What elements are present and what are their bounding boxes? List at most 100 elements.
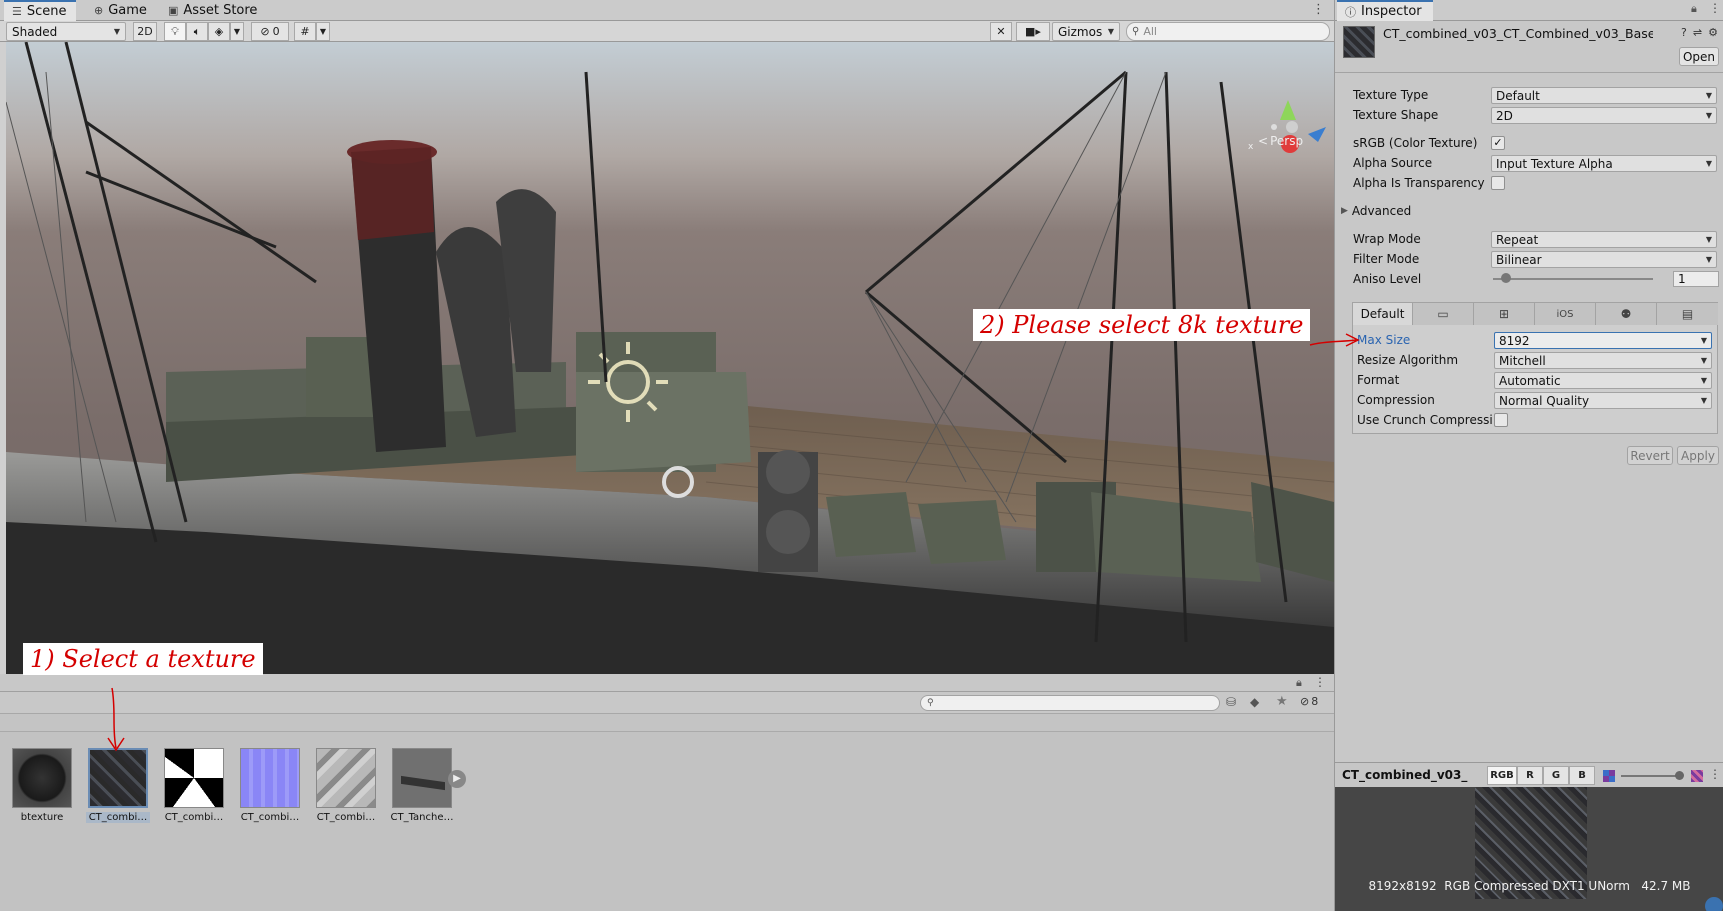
aniso-level-input[interactable]: 1 [1673, 271, 1719, 287]
alpha-source-dropdown[interactable]: Input Texture Alpha ▼ [1491, 155, 1717, 172]
effects-dropdown[interactable]: ▼ [230, 22, 244, 41]
collab-cloud-icon[interactable] [1705, 897, 1723, 911]
hidden-packages-toggle[interactable]: ⊘ 8 [1300, 695, 1318, 708]
resize-algorithm-label: Resize Algorithm [1357, 353, 1459, 367]
tab-asset-store[interactable]: ▣ Asset Store [160, 0, 270, 21]
header-icons: ? ⇌ ⚙ [1681, 26, 1718, 39]
preview-toolbar: CT_combined_v03_ RGB R G B ⋮ [1335, 762, 1723, 787]
asset-thumbnail [12, 748, 72, 808]
tab-platform-webgl[interactable]: ▤ [1657, 303, 1718, 325]
help-icon[interactable]: ? [1681, 26, 1687, 39]
aniso-slider-track[interactable] [1493, 278, 1653, 280]
format-dropdown[interactable]: Automatic ▼ [1494, 372, 1712, 389]
asset-tile[interactable]: ▶ CT_Tanche… [390, 748, 466, 823]
advanced-foldout[interactable]: ▶ Advanced [1341, 202, 1411, 220]
revert-button[interactable]: Revert [1627, 446, 1673, 465]
chevron-down-icon: ▼ [1700, 396, 1707, 405]
lock-icon[interactable]: 🔒︎ [1691, 2, 1697, 16]
srgb-label: sRGB (Color Texture) [1353, 136, 1478, 150]
chevron-left-icon: < [1258, 134, 1269, 148]
scene-viewport[interactable]: x < Persp [6, 42, 1334, 674]
breadcrumb [0, 714, 1334, 732]
alpha-transparency-checkbox[interactable] [1491, 176, 1505, 190]
effects-icon: ◈ [214, 25, 224, 38]
tab-platform-standalone[interactable]: ▭ [1413, 303, 1474, 325]
texture-type-dropdown[interactable]: Default ▼ [1491, 87, 1717, 104]
hidden-objects-toggle[interactable]: ⊘ 0 [251, 22, 289, 41]
apply-button[interactable]: Apply [1677, 446, 1719, 465]
toggle-2d-button[interactable]: 2D [133, 22, 157, 41]
favorite-star-icon[interactable]: ★ [1276, 694, 1288, 709]
filter-by-type-icon[interactable]: ⛁ [1226, 695, 1236, 709]
scene-search-input[interactable]: ⚲ All [1126, 22, 1330, 41]
more-options-icon[interactable]: ⋮ [1312, 2, 1325, 17]
compression-dropdown[interactable]: Normal Quality ▼ [1494, 392, 1712, 409]
mip-slider-track[interactable] [1621, 775, 1681, 777]
gizmos-dropdown[interactable]: Gizmos ▼ [1052, 22, 1120, 41]
gear-icon[interactable]: ⚙ [1708, 26, 1718, 39]
mip-slider-handle[interactable] [1675, 771, 1684, 780]
max-size-dropdown[interactable]: 8192 ▼ [1494, 332, 1712, 349]
tab-game[interactable]: ⊕ Game [86, 0, 154, 21]
asset-tile[interactable]: CT_combi… [238, 748, 302, 823]
draw-mode-dropdown[interactable]: Shaded ▼ [6, 22, 126, 41]
tab-platform-ios[interactable]: iOS [1535, 303, 1596, 325]
srgb-checkbox[interactable]: ✓ [1491, 136, 1505, 150]
filter-by-label-icon[interactable]: ◆ [1250, 695, 1259, 709]
alpha-toggle-icon[interactable] [1603, 770, 1615, 782]
tab-scene[interactable]: ☰ Scene [4, 0, 76, 21]
perspective-toggle[interactable]: < Persp [1258, 134, 1303, 148]
filter-mode-dropdown[interactable]: Bilinear ▼ [1491, 251, 1717, 268]
alpha-transparency-label: Alpha Is Transparency [1353, 176, 1485, 190]
resize-algorithm-dropdown[interactable]: Mitchell ▼ [1494, 352, 1712, 369]
channel-g-button[interactable]: G [1543, 766, 1569, 785]
tools-toggle[interactable]: ✕ [990, 22, 1012, 41]
channel-b-button[interactable]: B [1569, 766, 1595, 785]
preview-asset-name: CT_combined_v03_ [1342, 768, 1468, 782]
open-button[interactable]: Open [1679, 47, 1719, 66]
texture-shape-dropdown[interactable]: 2D ▼ [1491, 107, 1717, 124]
channel-r-label: R [1526, 770, 1534, 781]
grid-toggle[interactable]: # [294, 22, 316, 41]
chevron-down-icon: ▼ [1705, 111, 1712, 120]
more-options-icon[interactable]: ⋮ [1709, 1, 1721, 15]
triangle-right-icon: ▶ [1341, 206, 1348, 216]
asset-thumbnail [164, 748, 224, 808]
more-options-icon[interactable]: ⋮ [1314, 675, 1326, 689]
more-options-icon[interactable]: ⋮ [1709, 767, 1721, 781]
asset-tile[interactable]: CT_combi… [314, 748, 378, 823]
channel-r-button[interactable]: R [1517, 766, 1543, 785]
tab-platform-android[interactable]: ⚉ [1596, 303, 1657, 325]
project-search-input[interactable]: ⚲ [920, 695, 1220, 711]
asset-thumbnail [316, 748, 376, 808]
audio-toggle[interactable]: 🔈︎ [186, 22, 208, 41]
asset-label: CT_combi… [316, 812, 376, 823]
inspector-tab-bar: ⓘ Inspector 🔒︎ ⋮ [1335, 0, 1723, 21]
lighting-toggle[interactable]: 💡︎ [164, 22, 186, 41]
lock-icon[interactable]: 🔒︎ [1296, 676, 1302, 690]
channel-rgb-button[interactable]: RGB [1487, 766, 1517, 785]
tab-platform-default-label: Default [1360, 307, 1405, 321]
tab-platform-windows[interactable]: ⊞ [1474, 303, 1535, 325]
tab-inspector[interactable]: ⓘ Inspector [1337, 0, 1433, 21]
chevron-down-icon: ▼ [1705, 235, 1712, 244]
asset-label: CT_Tanche… [390, 812, 454, 823]
crunch-compression-checkbox[interactable] [1494, 413, 1508, 427]
presets-icon[interactable]: ⇌ [1693, 26, 1702, 39]
effects-toggle[interactable]: ◈ [208, 22, 230, 41]
max-size-value: 8192 [1499, 333, 1530, 348]
aniso-slider-handle[interactable] [1501, 273, 1511, 283]
grid-dropdown[interactable]: ▼ [316, 22, 330, 41]
tab-platform-default[interactable]: Default [1353, 303, 1413, 325]
tab-inspector-label: Inspector [1361, 4, 1422, 19]
asset-tile-selected[interactable]: CT_combi… [86, 748, 150, 823]
wrap-mode-dropdown[interactable]: Repeat ▼ [1491, 231, 1717, 248]
annotation-step1: 1) Select a texture [23, 643, 263, 675]
camera-dropdown[interactable]: ■▸ [1016, 22, 1050, 41]
expand-prefab-icon[interactable]: ▶ [448, 770, 466, 788]
asset-tile[interactable]: btexture [10, 748, 74, 823]
mip-level-icon[interactable] [1691, 770, 1703, 782]
tab-scene-label: Scene [26, 4, 67, 19]
asset-tile[interactable]: CT_combi… [162, 748, 226, 823]
gizmos-label: Gizmos [1058, 24, 1103, 39]
